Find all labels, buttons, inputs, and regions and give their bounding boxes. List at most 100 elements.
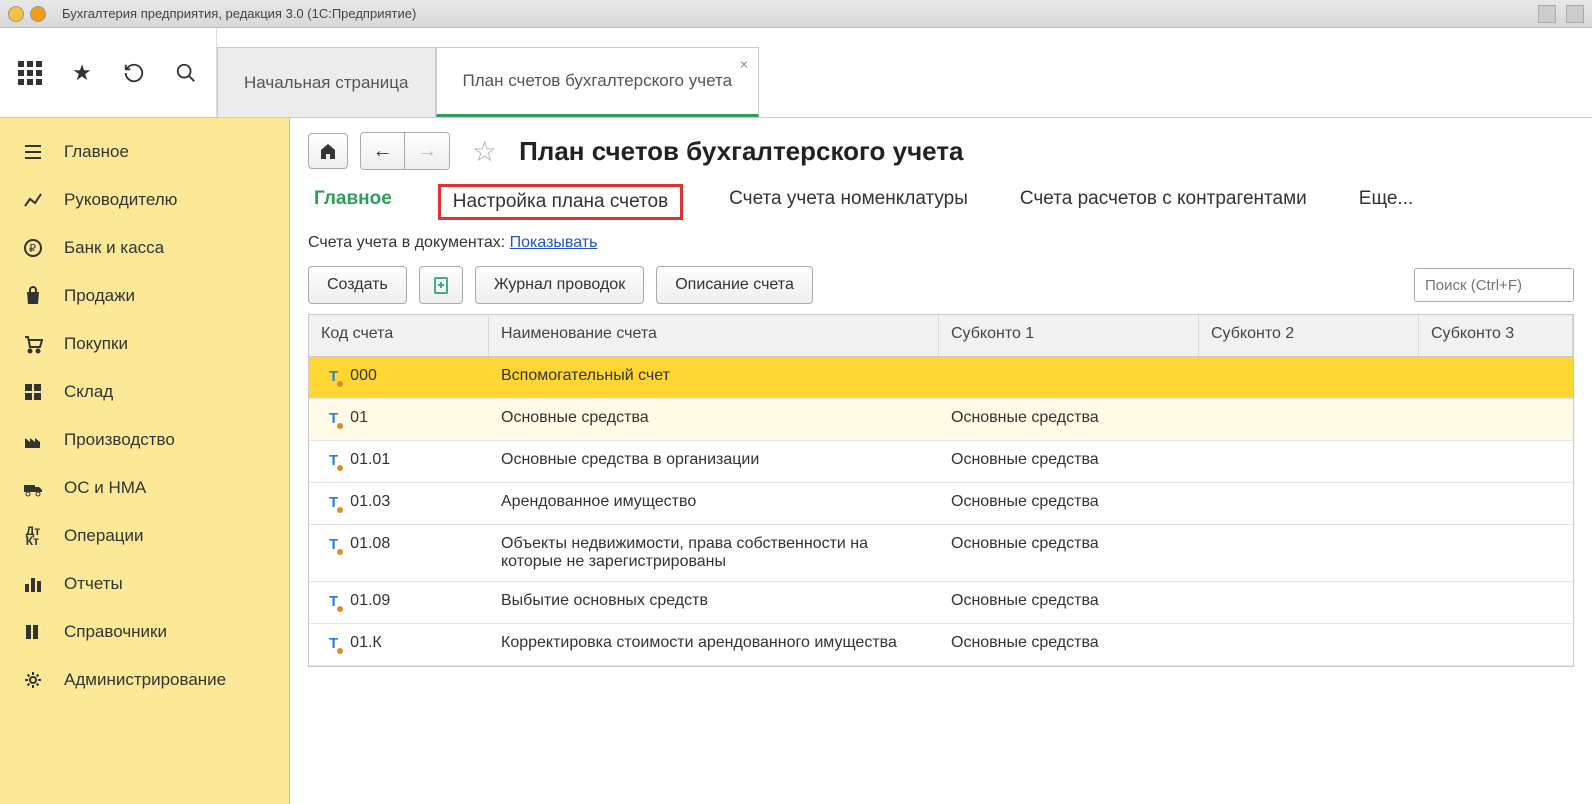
menu-icon xyxy=(20,139,46,165)
tab-chart-of-accounts[interactable]: План счетов бухгалтерского учета × xyxy=(436,47,760,117)
cell-code: 01 xyxy=(350,409,368,427)
sidebar-item-label: Банк и касса xyxy=(64,238,164,258)
cell-sub1: Основные средства xyxy=(939,624,1199,662)
cell-name: Основные средства xyxy=(489,399,939,437)
cell-name: Корректировка стоимости арендованного им… xyxy=(489,624,939,662)
cell-code: 01.К xyxy=(350,634,382,652)
subtab-contractors[interactable]: Счета расчетов с контрагентами xyxy=(1014,184,1313,220)
table-header: Код счета Наименование счета Субконто 1 … xyxy=(309,315,1573,357)
trend-icon xyxy=(20,187,46,213)
th-sub1[interactable]: Субконто 1 xyxy=(939,315,1199,356)
factory-icon xyxy=(20,427,46,453)
sidebar-item-purchases[interactable]: Покупки xyxy=(0,320,289,368)
sidebar-item-label: Продажи xyxy=(64,286,135,306)
page-subtabs: Главное Настройка плана счетов Счета уче… xyxy=(308,184,1574,220)
account-type-icon: Т xyxy=(329,452,338,469)
cell-name: Вспомогательный счет xyxy=(489,357,939,395)
create-button[interactable]: Создать xyxy=(308,266,407,304)
th-name[interactable]: Наименование счета xyxy=(489,315,939,356)
sidebar-item-reference[interactable]: Справочники xyxy=(0,608,289,656)
cell-sub1: Основные средства xyxy=(939,441,1199,479)
books-icon xyxy=(20,619,46,645)
debit-credit-icon: ДтКт xyxy=(20,523,46,549)
home-button[interactable] xyxy=(308,133,348,169)
cell-name: Выбытие основных средств xyxy=(489,582,939,620)
accounts-in-docs-line: Счета учета в документах: Показывать xyxy=(308,234,1574,252)
sidebar-item-admin[interactable]: Администрирование xyxy=(0,656,289,704)
apps-grid-icon[interactable] xyxy=(18,61,42,85)
cell-sub2 xyxy=(1199,357,1419,377)
th-code[interactable]: Код счета xyxy=(309,315,489,356)
nav-back-button[interactable]: ← xyxy=(361,133,405,169)
sidebar-item-operations[interactable]: ДтКт Операции xyxy=(0,512,289,560)
cell-sub2 xyxy=(1199,525,1419,545)
subtab-more[interactable]: Еще... xyxy=(1353,184,1420,220)
window-action-icon[interactable] xyxy=(1538,5,1556,23)
subtab-settings[interactable]: Настройка плана счетов xyxy=(438,184,683,220)
sidebar-nav: Главное Руководителю ₽ Банк и касса Прод… xyxy=(0,118,290,804)
cell-sub2 xyxy=(1199,624,1419,644)
sidebar-item-label: Главное xyxy=(64,142,129,162)
sidebar-item-reports[interactable]: Отчеты xyxy=(0,560,289,608)
favorite-star-icon[interactable]: ☆ xyxy=(472,135,497,168)
doc-line-label: Счета учета в документах: xyxy=(308,234,510,251)
cart-icon xyxy=(20,331,46,357)
table-row[interactable]: Т01.09Выбытие основных средствОсновные с… xyxy=(309,582,1573,624)
top-toolbar: ★ Начальная страница План счетов бухгалт… xyxy=(0,28,1592,118)
sidebar-item-bank[interactable]: ₽ Банк и касса xyxy=(0,224,289,272)
cell-sub1: Основные средства xyxy=(939,399,1199,437)
sidebar-item-main[interactable]: Главное xyxy=(0,128,289,176)
search-icon[interactable] xyxy=(174,61,198,85)
cell-sub3 xyxy=(1419,582,1573,602)
cell-sub2 xyxy=(1199,441,1419,461)
sidebar-item-warehouse[interactable]: Склад xyxy=(0,368,289,416)
journal-button[interactable]: Журнал проводок xyxy=(475,266,644,304)
window-close-button[interactable] xyxy=(30,6,46,22)
table-row[interactable]: Т 01 Основные средстваОсновные средства xyxy=(309,399,1573,441)
cell-code: 01.03 xyxy=(350,493,390,511)
doc-line-link[interactable]: Показывать xyxy=(510,234,598,251)
cell-sub1: Основные средства xyxy=(939,525,1199,563)
nav-forward-button[interactable]: → xyxy=(405,133,449,169)
favorites-star-icon[interactable]: ★ xyxy=(70,61,94,85)
search-input[interactable] xyxy=(1414,268,1574,302)
subtab-main[interactable]: Главное xyxy=(308,184,398,220)
document-tabs: Начальная страница План счетов бухгалтер… xyxy=(217,28,1592,117)
cell-sub1 xyxy=(939,357,1199,377)
ruble-icon: ₽ xyxy=(20,235,46,261)
cell-sub3 xyxy=(1419,399,1573,419)
account-type-icon: Т xyxy=(329,536,338,553)
table-body: Т000Вспомогательный счетТ01Основные сред… xyxy=(309,357,1573,666)
cell-sub3 xyxy=(1419,525,1573,545)
th-sub2[interactable]: Субконто 2 xyxy=(1199,315,1419,356)
close-icon[interactable]: × xyxy=(740,56,748,72)
cell-code: 01.08 xyxy=(350,535,390,553)
window-minimize-button[interactable] xyxy=(8,6,24,22)
cell-sub3 xyxy=(1419,357,1573,377)
sidebar-item-assets[interactable]: ОС и НМА xyxy=(0,464,289,512)
table-row[interactable]: Т01.03Арендованное имуществоОсновные сре… xyxy=(309,483,1573,525)
cell-name: Арендованное имущество xyxy=(489,483,939,521)
table-row[interactable]: Т01.ККорректировка стоимости арендованно… xyxy=(309,624,1573,666)
add-copy-button[interactable] xyxy=(419,266,463,304)
subtab-nomenclature[interactable]: Счета учета номенклатуры xyxy=(723,184,974,220)
window-action-icon[interactable] xyxy=(1566,5,1584,23)
tab-start-page[interactable]: Начальная страница xyxy=(217,47,436,117)
th-sub3[interactable]: Субконто 3 xyxy=(1419,315,1573,356)
account-type-icon: Т xyxy=(329,368,338,385)
account-type-icon: Т xyxy=(329,410,338,427)
table-row[interactable]: Т000Вспомогательный счет xyxy=(309,357,1573,399)
sidebar-item-sales[interactable]: Продажи xyxy=(0,272,289,320)
history-icon[interactable] xyxy=(122,61,146,85)
sidebar-item-production[interactable]: Производство xyxy=(0,416,289,464)
accounts-table: Код счета Наименование счета Субконто 1 … xyxy=(308,314,1574,667)
sidebar-item-label: Склад xyxy=(64,382,113,402)
sidebar-item-label: Справочники xyxy=(64,622,167,642)
tab-label: Начальная страница xyxy=(244,73,409,93)
sidebar-item-label: Отчеты xyxy=(64,574,123,594)
table-row[interactable]: Т01.01Основные средства в организацииОсн… xyxy=(309,441,1573,483)
nav-back-forward: ← → xyxy=(360,132,450,170)
sidebar-item-manager[interactable]: Руководителю xyxy=(0,176,289,224)
describe-button[interactable]: Описание счета xyxy=(656,266,813,304)
table-row[interactable]: Т01.08Объекты недвижимости, права собств… xyxy=(309,525,1573,582)
